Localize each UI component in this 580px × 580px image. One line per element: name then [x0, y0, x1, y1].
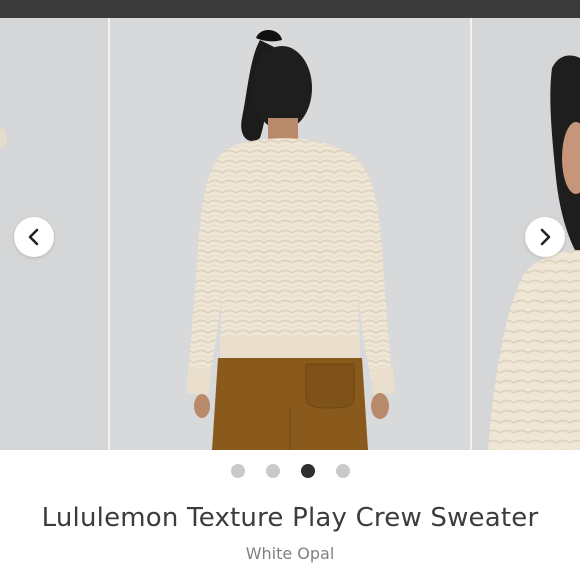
carousel-dot-4[interactable] [335, 464, 350, 478]
carousel-dot-2[interactable] [265, 464, 280, 478]
chevron-left-icon [28, 228, 39, 246]
carousel-next-button[interactable] [525, 217, 565, 257]
image-carousel[interactable] [0, 18, 580, 450]
carousel-dot-1[interactable] [230, 464, 245, 478]
carousel-pagination [0, 464, 580, 478]
product-title: Lululemon Texture Play Crew Sweater [41, 503, 539, 533]
carousel-dot-3[interactable] [300, 464, 315, 478]
product-color-name: White Opal [245, 544, 335, 563]
product-page: Lululemon Texture Play Crew Sweater Whit… [0, 0, 580, 580]
product-image-main [110, 18, 470, 450]
carousel-slide-current[interactable] [110, 18, 470, 450]
top-bar [0, 0, 580, 18]
carousel-prev-button[interactable] [14, 217, 54, 257]
chevron-right-icon [540, 228, 551, 246]
